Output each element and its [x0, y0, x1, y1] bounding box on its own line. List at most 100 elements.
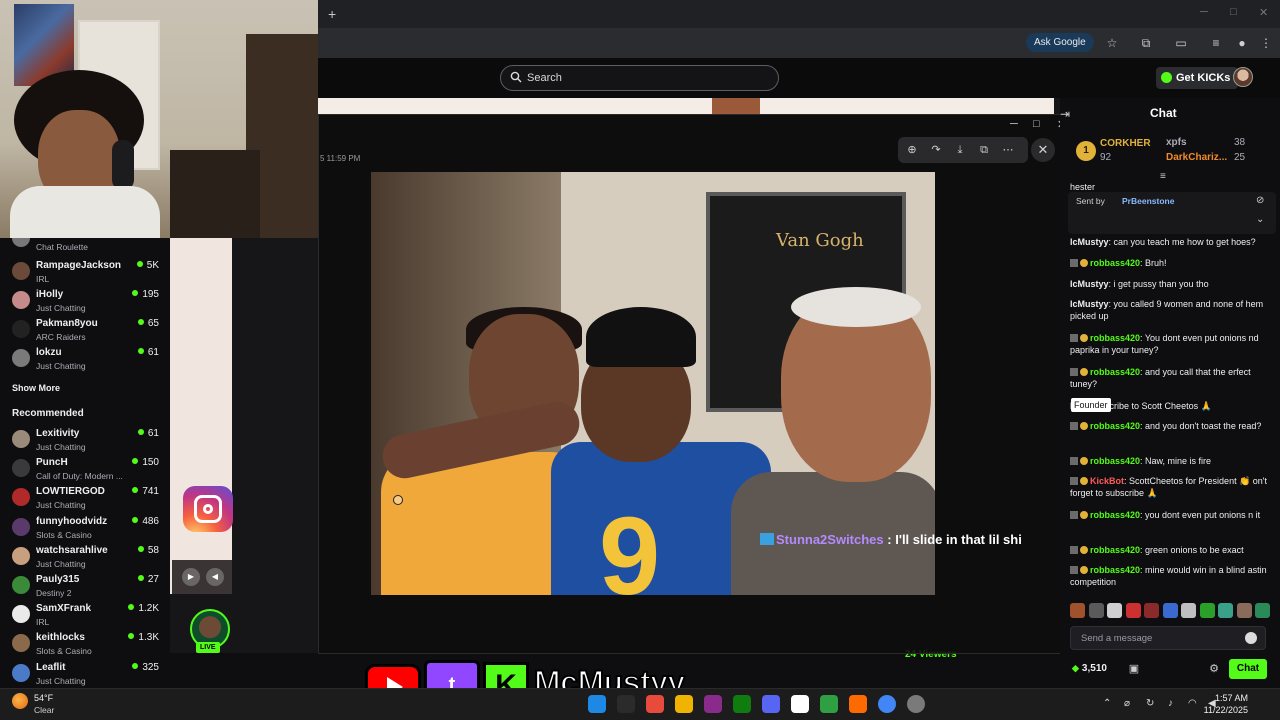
- split-view-icon[interactable]: ▭: [1173, 35, 1189, 51]
- chat-username[interactable]: robbass420: [1090, 510, 1140, 520]
- download-icon[interactable]: ⤓: [952, 142, 968, 158]
- clock-date[interactable]: 11/22/2025: [1198, 705, 1248, 715]
- file-explorer-icon[interactable]: [588, 695, 606, 713]
- weather-temperature[interactable]: 54°F: [34, 693, 53, 703]
- sidebar-channel-item[interactable]: SamXFrank IRL 1.2K: [0, 601, 170, 630]
- chat-username[interactable]: robbass420: [1090, 545, 1140, 555]
- open-external-icon[interactable]: ⧉: [976, 142, 992, 158]
- unpin-icon[interactable]: ⊘: [1256, 195, 1264, 206]
- chrome-icon[interactable]: [878, 695, 896, 713]
- chat-username[interactable]: lcMustyy: [1070, 237, 1109, 247]
- sidebar-channel-item[interactable]: Leaflit Just Chatting 325: [0, 660, 170, 689]
- emote-icon[interactable]: [1070, 603, 1085, 618]
- sidebar-channel-item[interactable]: Pakman8you ARC Raiders 65: [0, 316, 170, 345]
- sidebar-channel-item[interactable]: LOWTIERGOD Just Chatting 741: [0, 484, 170, 513]
- sent-by-user[interactable]: PrBeenstone: [1122, 196, 1174, 206]
- collapse-chat-icon[interactable]: ⇥: [1060, 107, 1070, 121]
- clock-time[interactable]: 1:57 AM: [1208, 693, 1248, 703]
- sidebar: Chat Roulette RampageJackson IRL 5K iHolly J…: [0, 238, 170, 688]
- ask-google-button[interactable]: Ask Google: [1026, 33, 1094, 52]
- zoom-icon[interactable]: ⊕: [904, 142, 920, 158]
- bookmark-star-icon[interactable]: ☆: [1104, 35, 1120, 51]
- taskbar-app-icon[interactable]: [617, 695, 635, 713]
- chat-username[interactable]: KickBot: [1090, 476, 1124, 486]
- emote-icon[interactable]: [1236, 603, 1252, 618]
- chat-username[interactable]: robbass420: [1090, 565, 1140, 575]
- chat-username[interactable]: robbass420: [1090, 333, 1140, 343]
- wifi-icon[interactable]: ◠: [1188, 698, 1197, 709]
- chat-settings-icon[interactable]: ⚙: [1208, 663, 1220, 675]
- minimize-icon[interactable]: ─: [1200, 6, 1208, 18]
- emote-icon[interactable]: [1199, 603, 1215, 618]
- chat-username[interactable]: lcMustyy: [1070, 279, 1109, 289]
- sidebar-channel-item[interactable]: Lexitivity Just Chatting 61: [0, 426, 170, 455]
- discord-icon[interactable]: [762, 695, 780, 713]
- maximize-icon[interactable]: □: [1230, 6, 1237, 18]
- profile-avatar-icon[interactable]: ●: [1234, 35, 1250, 51]
- show-more-link[interactable]: Show More: [12, 383, 60, 393]
- more-options-icon[interactable]: ⋯: [1000, 142, 1016, 158]
- emote-icon[interactable]: [1107, 603, 1122, 618]
- emote-icon[interactable]: [1218, 603, 1233, 618]
- sidebar-channel-item[interactable]: watchsarahlive Just Chatting 58: [0, 543, 170, 572]
- emoji-icon[interactable]: [1245, 632, 1257, 644]
- sidebar-channel-item[interactable]: iHolly Just Chatting 195: [0, 287, 170, 316]
- chat-username[interactable]: robbass420: [1090, 258, 1140, 268]
- new-tab-button[interactable]: +: [328, 6, 336, 22]
- taskbar-app-icon[interactable]: [849, 695, 867, 713]
- extensions-icon[interactable]: ⧉: [1138, 35, 1154, 51]
- modal-maximize-icon[interactable]: □: [1033, 118, 1040, 130]
- tray-chevron-icon[interactable]: ⌃: [1103, 698, 1111, 709]
- emote-icon[interactable]: [1144, 603, 1159, 618]
- chat-username[interactable]: lcMustyy: [1070, 299, 1109, 309]
- emote-icon[interactable]: [1125, 603, 1141, 618]
- leaderboard-name[interactable]: CORKHER: [1100, 138, 1151, 149]
- sidebar-channel-item[interactable]: RampageJackson IRL 5K: [0, 258, 170, 287]
- expand-leaderboard-icon[interactable]: ≡: [1160, 171, 1166, 182]
- chat-username[interactable]: robbass420: [1090, 456, 1140, 466]
- xbox-icon[interactable]: [733, 695, 751, 713]
- leaderboard-name[interactable]: DarkChariz...: [1166, 152, 1227, 163]
- send-message-input[interactable]: Send a message: [1070, 626, 1266, 650]
- channel-category: Just Chatting: [36, 303, 86, 313]
- user-avatar[interactable]: [1233, 67, 1253, 87]
- chat-send-button[interactable]: Chat: [1229, 659, 1267, 679]
- leaderboard-name[interactable]: xpfs: [1166, 137, 1187, 148]
- media-queue-icon[interactable]: ≡: [1208, 35, 1224, 51]
- play-icon[interactable]: ▶: [182, 568, 200, 586]
- sidebar-channel-item[interactable]: lokzu Just Chatting 61: [0, 345, 170, 374]
- browser-menu-icon[interactable]: ⋮: [1258, 35, 1274, 51]
- pinned-message[interactable]: Sent by PrBeenstone ⊘ ⌄: [1068, 192, 1276, 234]
- weather-description[interactable]: Clear: [34, 705, 54, 715]
- channel-points[interactable]: 3,510: [1072, 663, 1107, 674]
- emote-icon[interactable]: [1162, 603, 1178, 618]
- chat-username[interactable]: robbass420: [1090, 421, 1140, 431]
- share-icon[interactable]: ↷: [928, 142, 944, 158]
- microphone-icon[interactable]: ♪: [1168, 698, 1173, 709]
- modal-minimize-icon[interactable]: ─: [1010, 118, 1018, 130]
- chevron-down-icon[interactable]: ⌄: [1256, 214, 1264, 225]
- folder-icon[interactable]: [675, 695, 693, 713]
- gift-icon[interactable]: ▣: [1128, 663, 1140, 675]
- store-icon[interactable]: [791, 695, 809, 713]
- search-input[interactable]: Search: [500, 65, 779, 91]
- emote-icon[interactable]: [1088, 603, 1104, 618]
- obs-icon[interactable]: [907, 695, 925, 713]
- close-window-icon[interactable]: ✕: [1259, 6, 1268, 19]
- sidebar-channel-item[interactable]: PuncH Call of Duty: Modern ... 150: [0, 455, 170, 484]
- taskbar-app-icon[interactable]: [820, 695, 838, 713]
- chat-username[interactable]: robbass420: [1090, 367, 1140, 377]
- volume-icon[interactable]: ◀: [206, 568, 224, 586]
- taskbar-app-icon[interactable]: [646, 695, 664, 713]
- emote-icon[interactable]: [1255, 603, 1270, 618]
- tray-network-icon[interactable]: ⌀: [1124, 698, 1130, 709]
- taskbar-app-icon[interactable]: [704, 695, 722, 713]
- sidebar-channel-item[interactable]: Pauly315 Destiny 2 27: [0, 572, 170, 601]
- sidebar-channel-item[interactable]: keithlocks Slots & Casino 1.3K: [0, 630, 170, 659]
- emote-icon[interactable]: [1181, 603, 1196, 618]
- get-kicks-button[interactable]: Get KICKs: [1156, 67, 1239, 89]
- close-viewer-button[interactable]: ✕: [1031, 138, 1055, 162]
- tray-sync-icon[interactable]: ↻: [1146, 698, 1154, 709]
- sidebar-channel-item[interactable]: funnyhoodvidz Slots & Casino 486: [0, 514, 170, 543]
- weather-icon[interactable]: [12, 693, 28, 709]
